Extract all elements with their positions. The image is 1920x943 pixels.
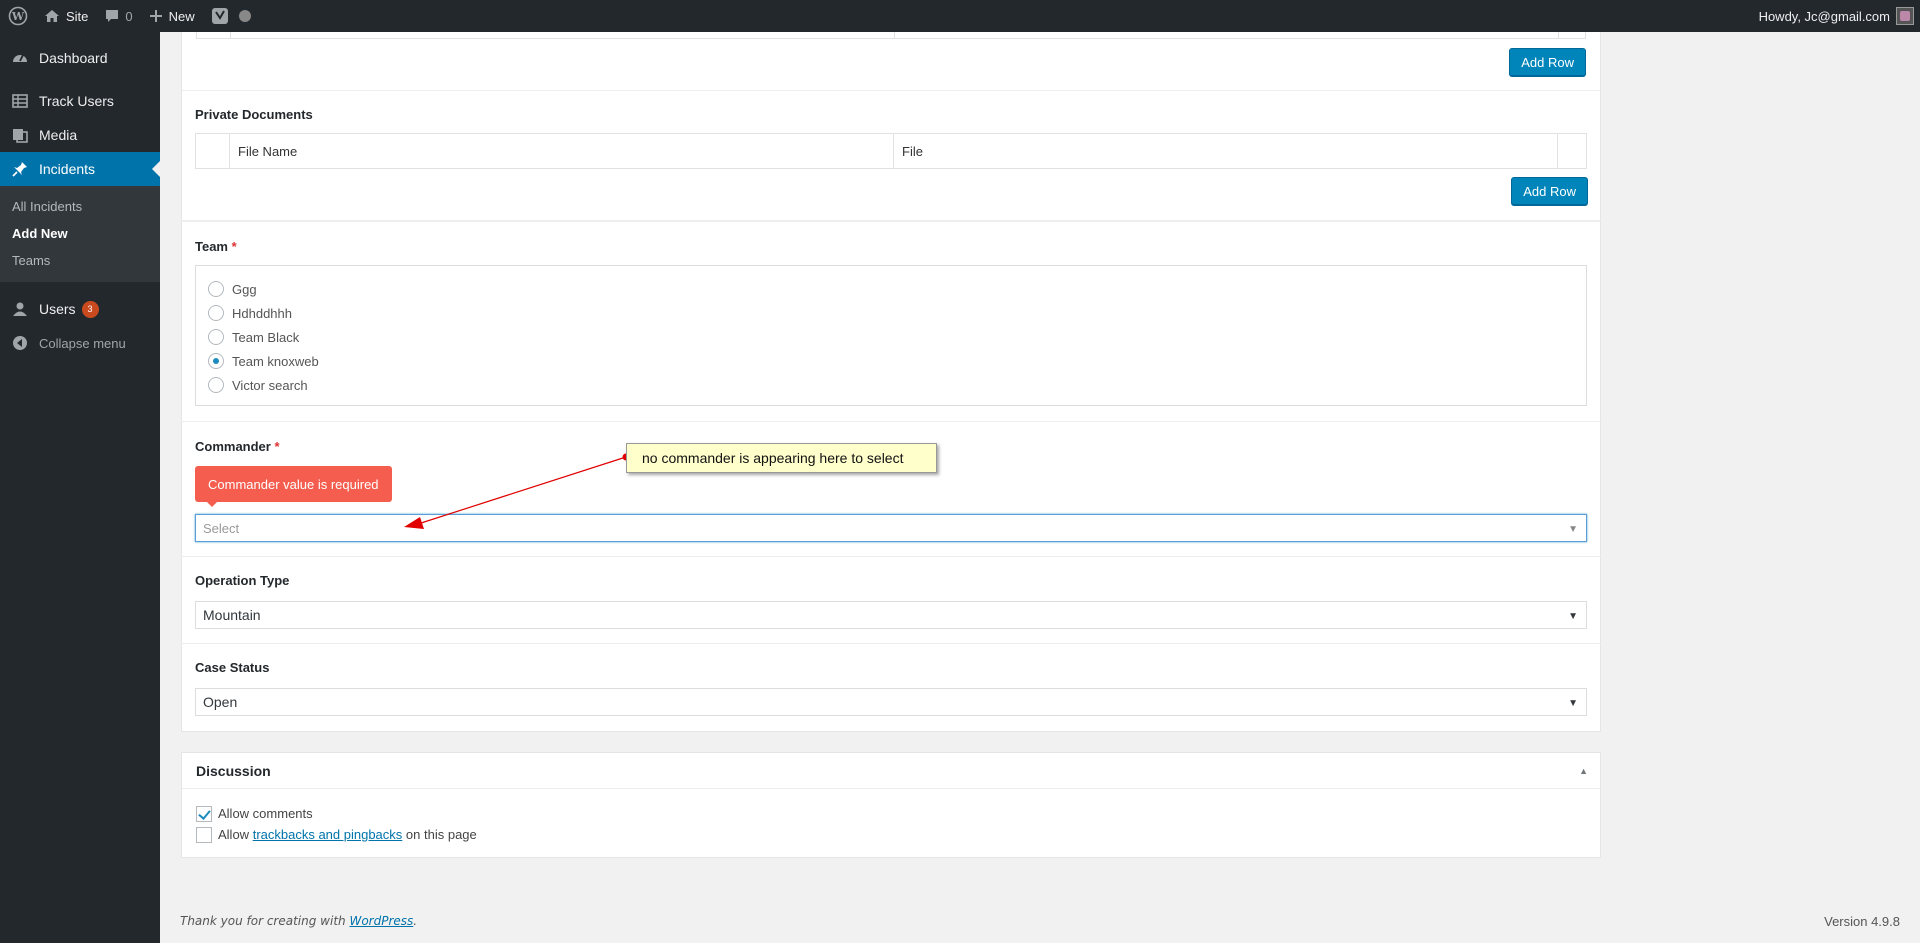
- users-count-badge: 3: [81, 300, 99, 318]
- add-row-button[interactable]: Add Row: [1511, 177, 1588, 205]
- operation-type-label: Operation Type: [195, 573, 290, 588]
- team-option-hdhddhhh[interactable]: Hdhddhhh: [208, 301, 1574, 325]
- file-name-column-header: File Name: [230, 134, 894, 168]
- new-label: New: [168, 8, 195, 24]
- team-label: Team *: [195, 239, 237, 254]
- case-status-select[interactable]: Open ▼: [195, 688, 1587, 716]
- allow-trackbacks-checkbox[interactable]: [196, 826, 212, 843]
- sidebar-item-label: Dashboard: [39, 50, 108, 66]
- sidebar-item-label: Track Users: [39, 93, 114, 109]
- pin-icon: [10, 159, 30, 179]
- wordpress-logo-icon[interactable]: W: [0, 0, 36, 32]
- commander-label: Commander *: [195, 439, 280, 454]
- wordpress-link[interactable]: WordPress: [349, 914, 413, 928]
- comments-count: 0: [125, 8, 133, 24]
- admin-sidebar: Dashboard Track Users Media Incidents Al…: [0, 32, 160, 943]
- chevron-down-icon: ▼: [1568, 611, 1578, 622]
- admin-bar: W Site 0 New Howdy, Jc@gmail.com: [0, 0, 1920, 32]
- sidebar-item-track-users[interactable]: Track Users: [0, 84, 160, 118]
- allow-comments-label: Allow comments: [218, 806, 313, 821]
- site-label: Site: [66, 8, 89, 24]
- form-content: Private Documents File Name File Add Row…: [181, 32, 1601, 732]
- footer-thanks: Thank you for creating with WordPress.: [180, 914, 418, 928]
- home-icon: [45, 10, 59, 22]
- table-icon: [10, 91, 30, 111]
- new-content-link[interactable]: New: [141, 0, 203, 32]
- collapse-toggle-icon[interactable]: ▲: [1579, 766, 1588, 776]
- discussion-title: Discussion: [196, 762, 271, 779]
- file-column-header: File: [894, 134, 1558, 168]
- trackbacks-link[interactable]: trackbacks and pingbacks: [253, 827, 403, 842]
- allow-comments-option[interactable]: Allow comments: [182, 803, 1600, 824]
- yoast-menu[interactable]: [203, 0, 259, 32]
- sidebar-item-label: Incidents: [39, 161, 96, 177]
- sidebar-item-dashboard[interactable]: Dashboard: [0, 41, 160, 75]
- chevron-down-icon: ▼: [1568, 698, 1578, 709]
- team-radio-group: Ggg Hdhddhhh Team Black Team knoxweb Vic…: [195, 265, 1587, 406]
- yoast-icon: [211, 8, 228, 24]
- operation-type-select[interactable]: Mountain ▼: [195, 601, 1587, 629]
- allow-trackbacks-option[interactable]: Allow trackbacks and pingbacks on this p…: [182, 824, 1600, 845]
- svg-text:W: W: [11, 10, 25, 23]
- team-option-team-knoxweb[interactable]: Team knoxweb: [208, 349, 1574, 373]
- account-menu[interactable]: Howdy, Jc@gmail.com: [1759, 7, 1920, 25]
- discussion-header[interactable]: Discussion ▲: [182, 753, 1600, 789]
- row-actions-header: [1558, 134, 1586, 168]
- team-option-victor-search[interactable]: Victor search: [208, 373, 1574, 397]
- radio-button[interactable]: [208, 329, 224, 345]
- media-icon: [10, 125, 30, 145]
- private-documents-label: Private Documents: [195, 107, 313, 122]
- comment-bubble-icon: [106, 10, 119, 22]
- footer-version: Version 4.9.8: [1824, 914, 1900, 929]
- commander-error-tooltip: Commander value is required: [195, 466, 392, 507]
- submenu-item-add-new[interactable]: Add New: [0, 220, 160, 247]
- comments-link[interactable]: 0: [96, 0, 140, 32]
- plus-icon: [149, 10, 162, 22]
- annotation-callout: no commander is appearing here to select: [626, 443, 937, 473]
- incidents-submenu: All Incidents Add New Teams: [0, 186, 160, 282]
- sidebar-item-incidents[interactable]: Incidents: [0, 152, 160, 186]
- howdy-label: Howdy, Jc@gmail.com: [1758, 8, 1890, 24]
- radio-button-selected[interactable]: [208, 353, 224, 369]
- chevron-down-icon: ▼: [1568, 524, 1578, 535]
- submenu-item-all-incidents[interactable]: All Incidents: [0, 193, 160, 220]
- collapse-menu-button[interactable]: Collapse menu: [0, 326, 160, 360]
- commander-select-placeholder: Select: [203, 520, 240, 536]
- sidebar-item-users[interactable]: Users 3: [0, 292, 160, 326]
- avatar: [1896, 7, 1914, 25]
- dashboard-icon: [10, 48, 30, 68]
- sidebar-item-label: Users: [39, 301, 76, 317]
- radio-button[interactable]: [208, 281, 224, 297]
- case-status-value: Open: [203, 694, 238, 710]
- collapse-arrow-icon: [10, 333, 30, 353]
- private-documents-table: File Name File: [195, 133, 1587, 169]
- commander-select[interactable]: Select ▼: [195, 514, 1587, 542]
- row-handle-header: [196, 134, 230, 168]
- user-icon: [10, 299, 30, 319]
- case-status-label: Case Status: [195, 660, 270, 675]
- team-option-ggg[interactable]: Ggg: [208, 277, 1574, 301]
- radio-button[interactable]: [208, 305, 224, 321]
- collapse-menu-label: Collapse menu: [39, 335, 126, 351]
- site-link[interactable]: Site: [36, 0, 96, 32]
- operation-type-value: Mountain: [203, 607, 261, 623]
- sidebar-item-media[interactable]: Media: [0, 118, 160, 152]
- allow-comments-checkbox[interactable]: [196, 805, 212, 822]
- sidebar-item-label: Media: [39, 127, 78, 143]
- team-option-team-black[interactable]: Team Black: [208, 325, 1574, 349]
- radio-button[interactable]: [208, 377, 224, 393]
- discussion-box: Discussion ▲ Allow comments Allow trackb…: [181, 752, 1601, 858]
- seo-score-dot-icon: [238, 10, 251, 22]
- submenu-item-teams[interactable]: Teams: [0, 247, 160, 274]
